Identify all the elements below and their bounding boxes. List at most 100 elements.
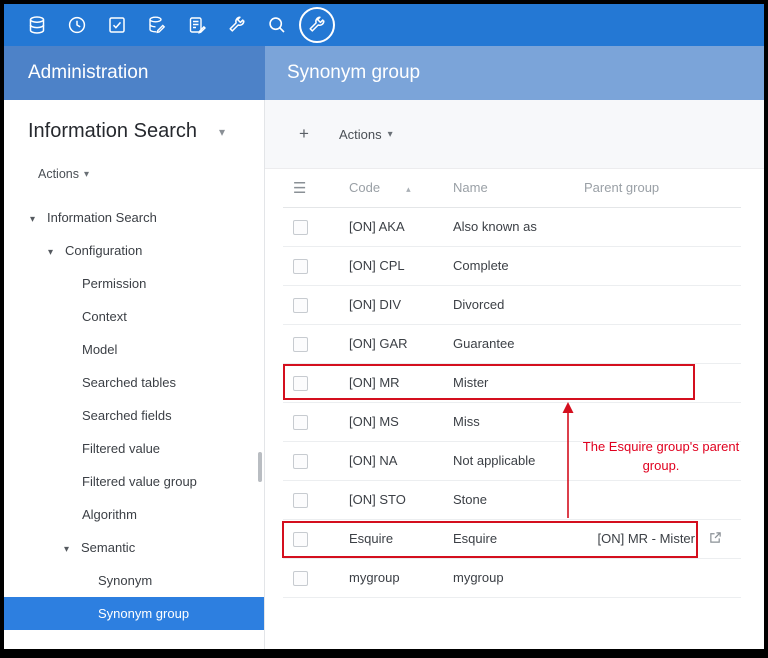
table-row[interactable]: [ON] DIV Divorced bbox=[283, 285, 741, 324]
sidebar-title-dropdown[interactable]: Information Search ▾ bbox=[4, 120, 264, 143]
tree-item-label: Synonym bbox=[98, 573, 152, 588]
chevron-down-icon: ▾ bbox=[388, 129, 393, 140]
main-actions-dropdown[interactable]: Actions ▾ bbox=[339, 127, 393, 142]
tree-item-label: Synonym group bbox=[98, 606, 189, 621]
cell-code: [ON] STO bbox=[337, 480, 441, 519]
database-edit-icon[interactable] bbox=[137, 4, 177, 46]
cell-code: mygroup bbox=[337, 558, 441, 597]
row-checkbox[interactable] bbox=[293, 532, 308, 547]
database-icon[interactable] bbox=[17, 4, 57, 46]
cell-code: [ON] NA bbox=[337, 441, 441, 480]
cell-code: [ON] CPL bbox=[337, 246, 441, 285]
sidebar-actions-label: Actions bbox=[38, 167, 79, 181]
chevron-down-icon: ▾ bbox=[30, 203, 47, 236]
column-label: Code bbox=[349, 180, 380, 195]
sidebar: Information Search ▾ Actions ▾ ▾Informat… bbox=[4, 100, 265, 649]
main-actions-label: Actions bbox=[339, 127, 382, 142]
wrench-icon[interactable] bbox=[217, 4, 257, 46]
row-checkbox[interactable] bbox=[293, 415, 308, 430]
cell-code: [ON] GAR bbox=[337, 324, 441, 363]
table-row[interactable]: [ON] STO Stone bbox=[283, 480, 741, 519]
app-surface: Administration Synonym group Information… bbox=[4, 4, 764, 649]
cell-name: Divorced bbox=[441, 285, 572, 324]
tree-item-information-search[interactable]: ▾Information Search bbox=[4, 201, 264, 234]
table-row[interactable]: [ON] NA Not applicable bbox=[283, 441, 741, 480]
tree-item-filtered-value[interactable]: Filtered value bbox=[4, 432, 264, 465]
sidebar-title: Information Search bbox=[28, 120, 197, 143]
cell-code: [ON] MR bbox=[337, 363, 441, 402]
tree-item-label: Searched fields bbox=[82, 408, 172, 423]
cell-parent bbox=[572, 558, 701, 597]
row-checkbox[interactable] bbox=[293, 337, 308, 352]
table-row-esquire[interactable]: Esquire Esquire [ON] MR - Mister bbox=[283, 519, 741, 558]
tree-item-configuration[interactable]: ▾Configuration bbox=[4, 234, 264, 267]
table-row[interactable]: mygroup mygroup bbox=[283, 558, 741, 597]
table-row[interactable]: [ON] MS Miss bbox=[283, 402, 741, 441]
chevron-down-icon: ▾ bbox=[64, 533, 81, 566]
tree-item-context[interactable]: Context bbox=[4, 300, 264, 333]
tree-item-synonym[interactable]: Synonym bbox=[4, 564, 264, 597]
row-checkbox[interactable] bbox=[293, 376, 308, 391]
cell-name: Stone bbox=[441, 480, 572, 519]
row-checkbox[interactable] bbox=[293, 454, 308, 469]
table-row-on-mr[interactable]: [ON] MR Mister bbox=[283, 363, 741, 402]
tree-item-synonym-group[interactable]: Synonym group bbox=[4, 597, 264, 630]
clipboard-edit-icon[interactable] bbox=[177, 4, 217, 46]
tree-item-semantic[interactable]: ▾Semantic bbox=[4, 531, 264, 564]
content-area: Information Search ▾ Actions ▾ ▾Informat… bbox=[4, 100, 764, 649]
table-row[interactable]: [ON] CPL Complete bbox=[283, 246, 741, 285]
cell-name: mygroup bbox=[441, 558, 572, 597]
check-square-icon[interactable] bbox=[97, 4, 137, 46]
cell-code: Esquire bbox=[337, 519, 441, 558]
cell-parent bbox=[572, 207, 701, 246]
cell-parent bbox=[572, 246, 701, 285]
synonym-group-table: ☰ Code ▴ Name Parent group [ON] AKA Also … bbox=[283, 169, 741, 598]
add-button[interactable]: + bbox=[291, 120, 317, 148]
module-title: Administration bbox=[4, 46, 265, 100]
cell-parent bbox=[572, 363, 701, 402]
cell-name: Complete bbox=[441, 246, 572, 285]
main-panel: + Actions ▾ ☰ Code ▴ Name Parent group bbox=[265, 100, 764, 649]
chevron-down-icon: ▾ bbox=[48, 236, 65, 269]
sidebar-actions-dropdown[interactable]: Actions ▾ bbox=[38, 167, 264, 181]
column-menu-icon[interactable]: ☰ bbox=[293, 180, 306, 197]
cell-code: [ON] MS bbox=[337, 402, 441, 441]
clock-icon[interactable] bbox=[57, 4, 97, 46]
tree-item-model[interactable]: Model bbox=[4, 333, 264, 366]
cell-parent bbox=[572, 324, 701, 363]
cell-name: Miss bbox=[441, 402, 572, 441]
active-wrench-tool-button[interactable] bbox=[299, 7, 335, 43]
tree-item-label: Filtered value group bbox=[82, 474, 197, 489]
top-toolbar bbox=[4, 4, 764, 46]
open-record-icon[interactable] bbox=[709, 531, 722, 544]
column-header-code[interactable]: Code ▴ bbox=[337, 169, 441, 207]
cell-parent bbox=[572, 480, 701, 519]
tree-item-label: Configuration bbox=[65, 243, 142, 258]
cell-name: Mister bbox=[441, 363, 572, 402]
cell-parent: [ON] MR - Mister bbox=[572, 519, 701, 558]
row-checkbox[interactable] bbox=[293, 259, 308, 274]
row-checkbox[interactable] bbox=[293, 220, 308, 235]
sidebar-scrollbar[interactable] bbox=[258, 452, 262, 482]
tree-item-label: Filtered value bbox=[82, 441, 160, 456]
tree-item-label: Information Search bbox=[47, 210, 157, 225]
table-row[interactable]: [ON] AKA Also known as bbox=[283, 207, 741, 246]
tree-item-searched-fields[interactable]: Searched fields bbox=[4, 399, 264, 432]
table-row[interactable]: [ON] GAR Guarantee bbox=[283, 324, 741, 363]
column-header-parent-group[interactable]: Parent group bbox=[572, 169, 701, 207]
tree-item-filtered-value-group[interactable]: Filtered value group bbox=[4, 465, 264, 498]
row-checkbox[interactable] bbox=[293, 298, 308, 313]
row-checkbox[interactable] bbox=[293, 571, 308, 586]
column-header-name[interactable]: Name bbox=[441, 169, 572, 207]
tree-item-searched-tables[interactable]: Searched tables bbox=[4, 366, 264, 399]
page-header: Administration Synonym group bbox=[4, 46, 764, 100]
sort-asc-icon[interactable]: ▴ bbox=[406, 184, 411, 194]
tree-item-algorithm[interactable]: Algorithm bbox=[4, 498, 264, 531]
search-icon[interactable] bbox=[257, 4, 297, 46]
tree-item-label: Permission bbox=[82, 276, 146, 291]
row-checkbox[interactable] bbox=[293, 493, 308, 508]
cell-parent bbox=[572, 285, 701, 324]
cell-name: Guarantee bbox=[441, 324, 572, 363]
tree-item-label: Algorithm bbox=[82, 507, 137, 522]
tree-item-permission[interactable]: Permission bbox=[4, 267, 264, 300]
